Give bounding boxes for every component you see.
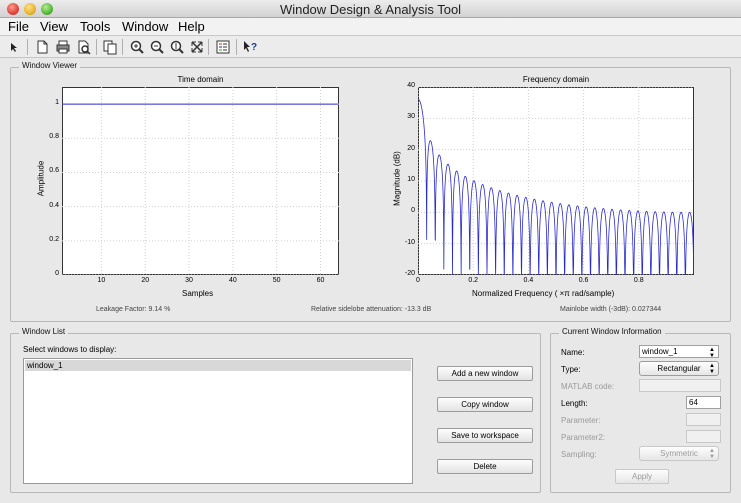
type-value: Rectangular — [657, 364, 701, 373]
parameter2-label: Parameter2: — [561, 433, 606, 442]
save-to-workspace-button[interactable]: Save to workspace — [437, 428, 533, 443]
apply-button: Apply — [615, 469, 669, 484]
sidelobe-attenuation: Relative sidelobe attenuation: -13.3 dB — [311, 306, 432, 313]
freq-ytick-label: 40 — [407, 82, 415, 89]
time-xtick-label: 20 — [141, 277, 150, 284]
time-ytick-label: 0.4 — [49, 201, 59, 209]
delete-button[interactable]: Delete — [437, 459, 533, 474]
leakage-factor: Leakage Factor: 9.14 % — [96, 306, 171, 313]
length-field[interactable]: 64 — [686, 396, 721, 409]
new-document-icon[interactable] — [34, 39, 50, 55]
sampling-value: Symmetric — [660, 449, 698, 458]
print-icon[interactable] — [55, 39, 71, 55]
menu-help[interactable]: Help — [178, 19, 205, 34]
menu-file[interactable]: File — [8, 19, 29, 34]
whats-this-icon[interactable]: ? — [242, 39, 258, 55]
window-listbox[interactable]: window_1 — [23, 358, 413, 484]
time-xtick-label: 40 — [228, 277, 237, 284]
sampling-dropdown-icon: ▲ ▼ — [709, 448, 715, 460]
print-preview-icon[interactable] — [76, 39, 92, 55]
name-label: Name: — [561, 348, 585, 357]
zoom-y-icon[interactable] — [169, 39, 185, 55]
pointer-icon[interactable] — [6, 39, 22, 55]
legend-icon[interactable] — [215, 39, 231, 55]
mainlobe-width: Mainlobe width (-3dB): 0.027344 — [560, 306, 662, 313]
menu-tools[interactable]: Tools — [80, 19, 110, 34]
sampling-select: Symmetric ▲ ▼ — [639, 446, 719, 461]
menu-window[interactable]: Window — [122, 19, 168, 34]
current-window-title: Current Window Information — [559, 327, 665, 336]
sampling-label: Sampling: — [561, 450, 597, 459]
window-title: Window Design & Analysis Tool — [279, 2, 462, 17]
freq-ytick-label: -10 — [404, 238, 415, 246]
name-stepper-icon[interactable]: ▲ ▼ — [709, 347, 715, 359]
matlab-code-label: MATLAB code: — [561, 382, 615, 391]
freq-xlabel: Normalized Frequency ( ×π rad/sample) — [472, 289, 615, 298]
zoom-in-icon[interactable] — [129, 39, 145, 55]
svg-text:?: ? — [251, 42, 257, 53]
type-label: Type: — [561, 365, 581, 374]
freq-ytick-label: 0 — [411, 207, 415, 215]
parameter-field — [686, 413, 721, 426]
freq-ytick-label: 30 — [407, 113, 415, 121]
time-ytick-label: 0 — [55, 270, 59, 277]
toolbar: ? — [0, 36, 741, 58]
matlab-code-field — [639, 379, 721, 392]
time-xtick-label: 10 — [97, 277, 106, 284]
name-field[interactable]: window_1 ▲ ▼ — [639, 345, 719, 359]
time-domain-title: Time domain — [177, 75, 224, 84]
time-xlabel: Samples — [182, 289, 214, 298]
name-value: window_1 — [642, 347, 678, 356]
time-ylabel: Amplitude — [36, 160, 46, 197]
length-label: Length: — [561, 399, 588, 408]
type-dropdown-icon: ▲ ▼ — [709, 363, 715, 375]
window-viewer-title: Window Viewer — [19, 61, 80, 70]
time-xtick-label: 30 — [185, 277, 193, 284]
freq-xtick-label: 0.8 — [633, 277, 644, 284]
type-select[interactable]: Rectangular ▲ ▼ — [639, 361, 719, 376]
menu-bar: File View Tools Window Help — [0, 18, 741, 36]
time-xtick-label: 50 — [272, 277, 281, 284]
freq-ytick-label: 10 — [407, 176, 415, 183]
select-windows-label: Select windows to display: — [23, 345, 117, 354]
full-view-icon[interactable] — [189, 39, 205, 55]
add-window-button[interactable]: Add a new window — [437, 366, 533, 381]
time-xtick-label: 60 — [316, 277, 325, 284]
freq-ytick-label: 20 — [407, 144, 415, 152]
freq-domain-title: Frequency domain — [522, 75, 590, 84]
freq-ytick-label: -20 — [404, 270, 415, 277]
copy-figure-icon[interactable] — [102, 39, 118, 55]
time-ytick-label: 0.8 — [49, 133, 59, 141]
zoom-out-icon[interactable] — [149, 39, 165, 55]
copy-window-button[interactable]: Copy window — [437, 397, 533, 412]
time-plot-frame — [62, 87, 339, 275]
time-ytick-label: 0.6 — [49, 167, 59, 175]
time-ytick-label: 0.2 — [49, 235, 59, 243]
time-ytick-label: 1 — [55, 99, 59, 107]
freq-xtick-label: 0.4 — [523, 277, 534, 284]
freq-xtick-label: 0.6 — [578, 277, 589, 284]
window-titlebar: Window Design & Analysis Tool — [0, 0, 741, 18]
parameter2-field — [686, 430, 721, 443]
freq-xtick-label: 0 — [416, 277, 420, 284]
freq-xtick-label: 0.2 — [468, 277, 479, 284]
list-item[interactable]: window_1 — [25, 360, 411, 371]
menu-view[interactable]: View — [40, 19, 68, 34]
parameter-label: Parameter: — [561, 416, 601, 425]
window-list-title: Window List — [19, 327, 69, 336]
freq-domain-plot[interactable] — [418, 87, 694, 275]
time-domain-plot[interactable] — [62, 87, 339, 275]
